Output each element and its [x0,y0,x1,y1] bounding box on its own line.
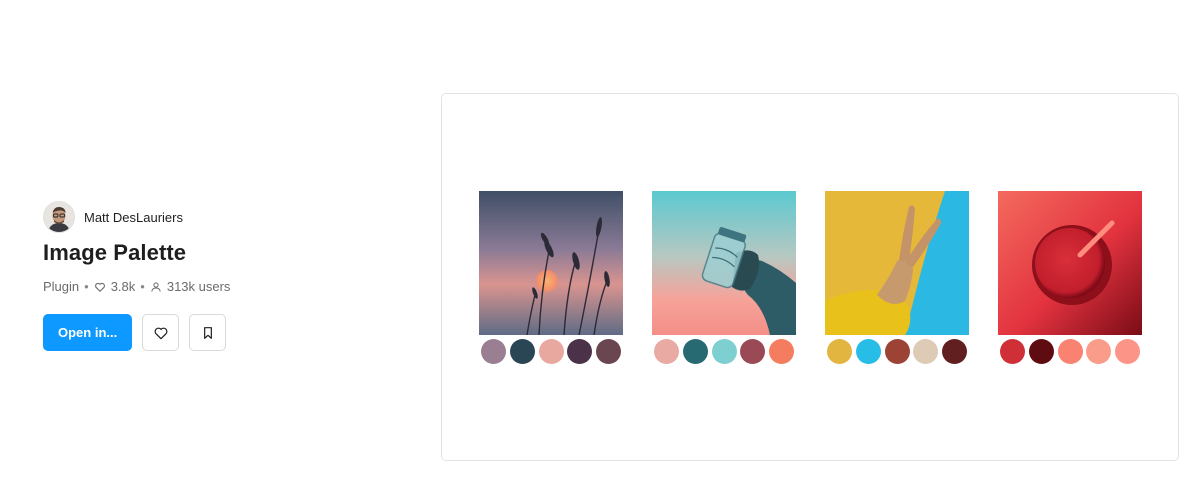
color-swatch[interactable] [942,339,967,364]
color-swatch[interactable] [1028,339,1054,364]
color-swatch[interactable] [682,339,708,364]
peace-sign-photo [825,191,969,335]
color-palette [998,339,1142,364]
color-swatch[interactable] [711,339,737,364]
color-swatch[interactable] [481,339,506,364]
color-swatch[interactable] [827,339,852,364]
plugin-info: Matt DesLauriers Image Palette Plugin • … [43,201,383,351]
sunset-grass-photo [479,191,623,335]
author-row[interactable]: Matt DesLauriers [43,201,383,233]
action-bar: Open in... [43,314,383,351]
resource-type: Plugin [43,279,80,294]
like-button[interactable] [142,314,180,351]
color-swatch[interactable] [596,339,621,364]
user-count: 313k users [166,279,231,294]
separator-dot: • [84,279,89,294]
plugin-meta: Plugin • 3.8k • 313k users [43,279,383,294]
page-title: Image Palette [43,240,187,265]
like-count: 3.8k [110,279,136,294]
avatar[interactable] [43,201,75,233]
color-swatch[interactable] [855,339,881,364]
color-palette [825,339,969,364]
color-swatch[interactable] [654,339,679,364]
heart-icon [154,327,168,339]
plugin-preview [441,93,1179,461]
separator-dot: • [140,279,145,294]
color-swatch[interactable] [913,339,939,364]
user-icon [150,281,162,293]
heart-icon [94,281,106,293]
color-swatch[interactable] [538,339,564,364]
color-swatch[interactable] [567,339,593,364]
color-swatch[interactable] [740,339,766,364]
open-in-button[interactable]: Open in... [43,314,133,351]
color-swatch[interactable] [1057,339,1083,364]
palette-card [479,191,623,364]
bookmark-button[interactable] [189,314,227,351]
palette-card [998,191,1142,364]
red-drink-photo [998,191,1142,335]
color-palette [652,339,796,364]
author-name[interactable]: Matt DesLauriers [84,210,183,225]
color-swatch[interactable] [769,339,794,364]
color-swatch[interactable] [509,339,535,364]
palette-card [652,191,796,364]
jar-photo [652,191,796,335]
color-swatch[interactable] [884,339,910,364]
color-swatch[interactable] [1000,339,1025,364]
color-swatch[interactable] [1086,339,1112,364]
color-palette [479,339,623,364]
palette-card [825,191,969,364]
color-swatch[interactable] [1115,339,1140,364]
bookmark-icon [203,326,212,339]
